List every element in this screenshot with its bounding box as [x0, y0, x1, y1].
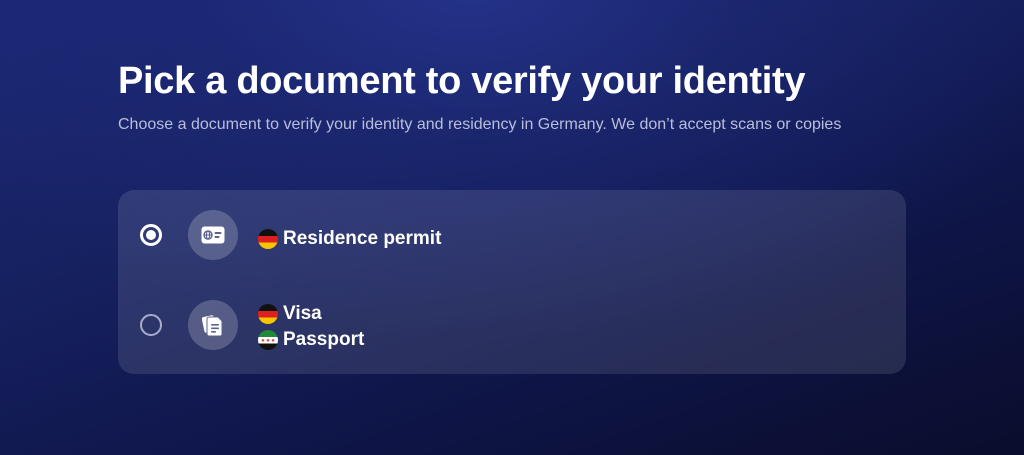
- document-options-card: Residence permit Visa Passport: [118, 190, 906, 374]
- document-list: Residence permit: [258, 226, 441, 252]
- document-label: Residence permit: [283, 228, 442, 249]
- id-card-icon: [188, 210, 238, 260]
- radio-button-unselected[interactable]: [140, 314, 162, 336]
- syria-flag-icon: [258, 330, 278, 350]
- option-residence-permit[interactable]: Residence permit: [118, 194, 906, 278]
- document-item: Residence permit: [258, 226, 441, 252]
- option-visa-passport[interactable]: Visa Passport: [118, 284, 906, 368]
- documents-icon: [188, 300, 238, 350]
- radio-button-selected[interactable]: [140, 224, 162, 246]
- page-title: Pick a document to verify your identity: [118, 60, 806, 102]
- germany-flag-icon: [258, 304, 278, 324]
- document-label: Passport: [283, 329, 365, 350]
- document-item: Passport: [258, 327, 364, 353]
- document-label: Visa: [283, 303, 322, 324]
- document-list: Visa Passport: [258, 301, 364, 353]
- page-subtitle: Choose a document to verify your identit…: [118, 116, 842, 133]
- germany-flag-icon: [258, 229, 278, 249]
- document-item: Visa: [258, 301, 364, 327]
- page-header: Pick a document to verify your identity …: [118, 58, 918, 137]
